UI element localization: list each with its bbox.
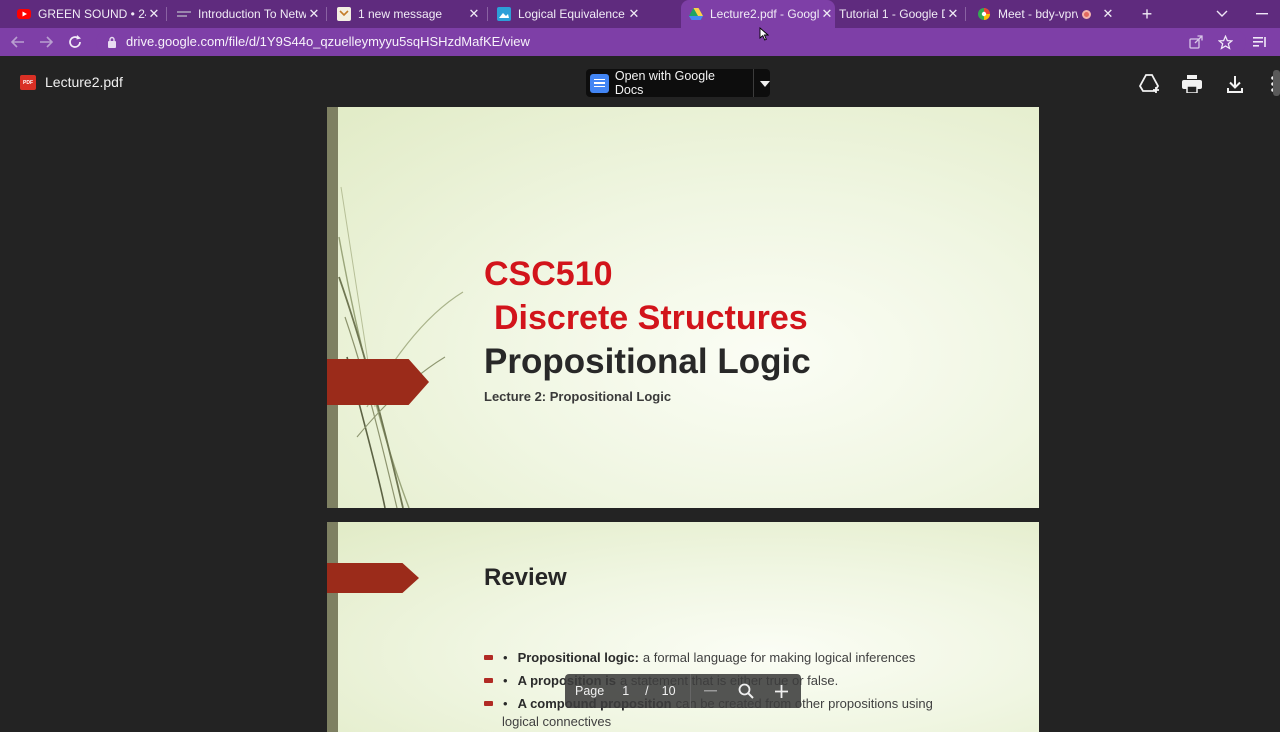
tab-green-sound[interactable]: GREEN SOUND • 24/7 ✕ [17,0,162,28]
google-meet-icon [977,7,991,21]
pdf-badge-text: PDF [23,79,33,86]
share-button[interactable] [1186,32,1206,52]
site-info-icon[interactable] [102,32,122,52]
close-icon[interactable]: ✕ [945,6,961,22]
tab-strip: GREEN SOUND • 24/7 ✕ Introduction To Net… [0,0,1280,28]
close-icon[interactable]: ✕ [306,6,322,22]
reload-button[interactable] [65,32,85,52]
close-icon[interactable]: ✕ [1100,6,1116,22]
tab-search-button[interactable] [1214,0,1230,28]
reading-list-icon [1252,37,1266,47]
bullet-continuation: logical connectives [502,714,612,729]
file-title: Lecture2.pdf [45,74,123,90]
arrow-right-icon [40,36,53,48]
slide-title: Propositional Logic [484,342,811,381]
tab-title: Lecture2.pdf - Google Drive [710,7,819,21]
current-page-input[interactable]: 1 [622,684,629,698]
course-site-icon [177,7,191,21]
google-drive-icon [689,7,703,21]
close-icon[interactable]: ✕ [146,6,162,22]
slide-red-ribbon [327,359,429,405]
page-separator: / [645,684,649,698]
tab-title: GREEN SOUND • 24/7 [38,7,146,21]
print-button[interactable] [1180,72,1204,96]
bullet-arrow-icon [484,701,493,706]
recording-indicator-icon [1082,9,1091,19]
plus-icon [775,684,789,698]
close-icon[interactable]: ✕ [626,6,642,22]
page-navigation-bar: Page 1 / 10 [565,674,801,708]
slide-red-ribbon [327,563,419,593]
zoom-button[interactable] [734,679,758,703]
open-with-google-docs-button[interactable]: Open with Google Docs [586,69,771,97]
back-button[interactable] [8,32,28,52]
forward-button[interactable] [36,32,56,52]
printer-icon [1182,75,1202,93]
tab-title: 1 new message [358,7,443,21]
open-with-dropdown-button[interactable] [760,74,771,92]
share-icon [1189,35,1203,49]
caret-down-icon [760,81,771,87]
tab-title: Tutorial 1 - Google Docs [839,7,945,21]
add-to-drive-icon [1139,74,1160,93]
tab-title: Introduction To Networks [198,7,306,21]
bullet-arrow-icon [484,678,493,683]
download-icon [1227,75,1243,93]
open-with-label: Open with Google Docs [614,69,715,97]
slide-subtitle: Lecture 2: Propositional Logic [484,389,672,404]
new-tab-button[interactable]: + [1137,0,1157,28]
arrow-left-icon [11,36,24,48]
zoom-icon [738,683,754,699]
tab-separator [166,7,167,21]
minimize-button[interactable] [1254,0,1270,28]
image-icon [497,7,511,21]
url-text[interactable]: drive.google.com/file/d/1Y9S44o_qzuelley… [126,34,530,49]
chevron-down-icon [1216,10,1228,17]
slide-course-name: Discrete Structures [494,299,808,337]
add-to-drive-button[interactable] [1138,72,1162,96]
star-icon [1217,34,1233,50]
bullet-arrow-icon [484,655,493,660]
tab-title: Logical Equivalence and [518,7,626,21]
page-label: Page [575,684,605,698]
minimize-icon [1256,13,1268,15]
tab-separator [487,7,488,21]
bullet-text: a formal language for making logical inf… [642,650,916,665]
tab-meet[interactable]: Meet - bdy-vprw ✕ [977,0,1122,28]
reading-list-button[interactable] [1250,32,1270,52]
mail-icon [337,7,351,21]
pdf-page-1: CSC510 Discrete Structures Propositional… [327,107,1039,508]
close-icon[interactable]: ✕ [466,6,482,22]
tab-separator [965,7,966,21]
total-pages: 10 [661,684,676,698]
tab-tutorial-1[interactable]: Tutorial 1 - Google Docs ✕ [839,0,961,28]
lock-icon [108,36,116,48]
zoom-out-button[interactable] [699,679,723,703]
mouse-cursor-icon [759,27,769,41]
review-slide-title: Review [484,564,567,591]
slide-course-code: CSC510 [484,255,613,293]
download-button[interactable] [1223,72,1247,96]
divider [753,69,755,97]
divider [689,674,691,708]
tab-separator [326,7,327,21]
slide-left-strip [327,522,338,732]
tab-introduction-to-networks[interactable]: Introduction To Networks ✕ [177,0,322,28]
minus-icon [704,690,718,692]
close-icon[interactable]: ✕ [819,6,835,22]
tab-title: Meet - bdy-vprw [998,7,1078,21]
tab-new-message[interactable]: 1 new message ✕ [337,0,482,28]
review-bullet: • Propositional logic: a formal language… [484,650,915,665]
pdf-file-icon: PDF [20,75,36,90]
bullet-term: Propositional logic: [517,650,639,665]
bookmark-button[interactable] [1215,32,1235,52]
reload-icon [69,35,81,48]
youtube-icon [17,7,31,21]
slide-grass-decoration [338,186,464,508]
tab-lecture2-pdf[interactable]: Lecture2.pdf - Google Drive ✕ [681,0,835,28]
scrollbar-thumb[interactable] [1273,70,1280,96]
zoom-in-button[interactable] [770,679,794,703]
tab-logical-equivalence[interactable]: Logical Equivalence and ✕ [497,0,642,28]
docs-icon [590,73,609,93]
